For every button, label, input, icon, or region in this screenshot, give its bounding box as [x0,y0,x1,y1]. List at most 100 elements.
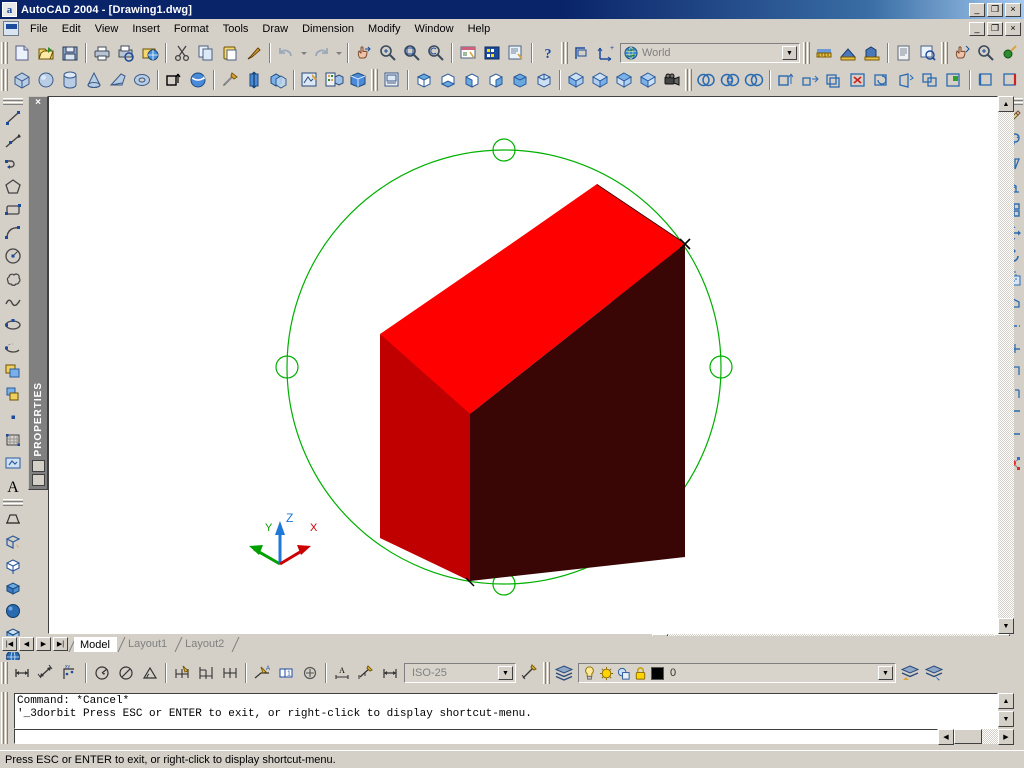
construction-line-icon[interactable] [1,129,25,152]
wedge-icon[interactable] [106,69,130,92]
extrude-icon[interactable] [162,69,186,92]
list-icon[interactable] [892,42,916,65]
rectangle-icon[interactable] [1,198,25,221]
menu-help[interactable]: Help [461,21,498,37]
aligned-dimension-icon[interactable] [34,662,58,685]
undo-dropdown-icon[interactable] [298,42,309,65]
command-scroll-left-button[interactable]: ◀ [938,729,954,745]
rotate-faces-icon[interactable] [870,69,894,92]
spline-icon[interactable] [1,290,25,313]
cylinder-icon[interactable] [58,69,82,92]
publish-icon[interactable] [138,42,162,65]
diameter-dimension-icon[interactable] [114,662,138,685]
toolbar-grip[interactable] [3,499,23,506]
region-icon[interactable] [1,451,25,474]
ellipse-icon[interactable] [1,313,25,336]
coordinate-system-combo[interactable]: World ▼ [620,43,800,63]
interfere-icon[interactable] [266,69,290,92]
se-isometric-icon[interactable] [588,69,612,92]
area-icon[interactable] [836,42,860,65]
tool-palettes-icon[interactable] [504,42,528,65]
sun-icon[interactable] [599,666,614,681]
ordinate-dimension-icon[interactable]: xy [58,662,82,685]
layer-previous-icon[interactable] [898,662,922,685]
revolve-icon[interactable] [186,69,210,92]
named-views-icon[interactable] [380,69,404,92]
3d-solid-box[interactable] [380,184,691,587]
sw-isometric-icon[interactable] [564,69,588,92]
zoom-previous-icon[interactable] [424,42,448,65]
toolbar-grip[interactable] [1,42,8,64]
padlock-icon[interactable] [633,666,648,681]
drawing-canvas[interactable]: Y Z X [48,96,998,634]
toolbar-grip[interactable] [941,42,948,64]
paste-icon[interactable] [218,42,242,65]
offset-faces-icon[interactable] [822,69,846,92]
command-history-scrollbar[interactable]: ▲ ▼ [998,693,1014,729]
cone-icon[interactable] [82,69,106,92]
maximize-button[interactable]: ❐ [987,2,1003,17]
layer-combo[interactable]: 0 ▼ [578,663,896,683]
menu-format[interactable]: Format [167,21,216,37]
tab-nav-first[interactable]: |◀ [2,637,17,651]
menu-window[interactable]: Window [407,21,460,37]
setup-view-icon[interactable] [322,69,346,92]
color-edges-icon[interactable] [998,69,1022,92]
command-line-grip[interactable] [1,692,8,744]
command-scroll-down-button[interactable]: ▼ [998,711,1014,727]
menu-draw[interactable]: Draw [255,21,295,37]
tab-nav-prev[interactable]: ◀ [19,637,34,651]
toolbar-grip[interactable] [3,98,23,105]
toolbar-grip[interactable] [561,42,568,64]
save-icon[interactable] [58,42,82,65]
tab-nav-last[interactable]: ▶| [53,637,68,651]
copy-icon[interactable] [194,42,218,65]
front-view-icon[interactable] [508,69,532,92]
copy-faces-icon[interactable] [918,69,942,92]
plot-icon[interactable] [90,42,114,65]
command-scroll-thumb[interactable] [954,729,982,744]
camera-icon[interactable] [660,69,684,92]
setup-drawing-icon[interactable] [298,69,322,92]
command-scroll-track[interactable] [982,729,998,744]
ucs-icon[interactable] [570,42,594,65]
subtract-icon[interactable] [718,69,742,92]
polyline-icon[interactable] [1,152,25,175]
ellipse-arc-icon[interactable] [1,336,25,359]
3d-surface-icon[interactable] [1,553,25,576]
document-control-icon[interactable] [3,21,19,36]
mdi-minimize-button[interactable]: _ [969,21,985,36]
3d-face-icon[interactable] [1,530,25,553]
delete-faces-icon[interactable] [846,69,870,92]
lightbulb-icon[interactable] [582,665,597,681]
pan-icon[interactable] [950,42,974,65]
zoom-icon[interactable] [974,42,998,65]
insert-block-icon[interactable] [1,359,25,382]
cut-icon[interactable] [170,42,194,65]
menu-tools[interactable]: Tools [216,21,256,37]
command-input-scrollbar[interactable]: ◀ ▶ [938,729,1014,745]
sphere-icon[interactable] [34,69,58,92]
designcenter-icon[interactable] [480,42,504,65]
tab-nav-next[interactable]: ▶ [36,637,51,651]
mass-properties-icon[interactable] [860,42,884,65]
arc-icon[interactable] [1,221,25,244]
intersect-icon[interactable] [742,69,766,92]
section-icon[interactable] [242,69,266,92]
open-icon[interactable] [34,42,58,65]
setup-profile-icon[interactable] [346,69,370,92]
move-faces-icon[interactable] [798,69,822,92]
toolbar-grip[interactable] [1,662,8,684]
nw-isometric-icon[interactable] [636,69,660,92]
scroll-up-button[interactable]: ▲ [998,96,1014,112]
command-history[interactable]: Command: *Cancel* '_3dorbit Press ESC or… [14,693,998,729]
quick-dimension-icon[interactable] [170,662,194,685]
left-view-icon[interactable] [460,69,484,92]
locate-point-icon[interactable] [916,42,940,65]
properties-panel[interactable]: × PROPERTIES [28,96,48,490]
linear-dimension-icon[interactable] [10,662,34,685]
color-faces-icon[interactable] [942,69,966,92]
multiline-text-icon[interactable]: A [1,474,25,497]
menu-insert[interactable]: Insert [125,21,167,37]
close-icon[interactable]: × [35,98,41,108]
